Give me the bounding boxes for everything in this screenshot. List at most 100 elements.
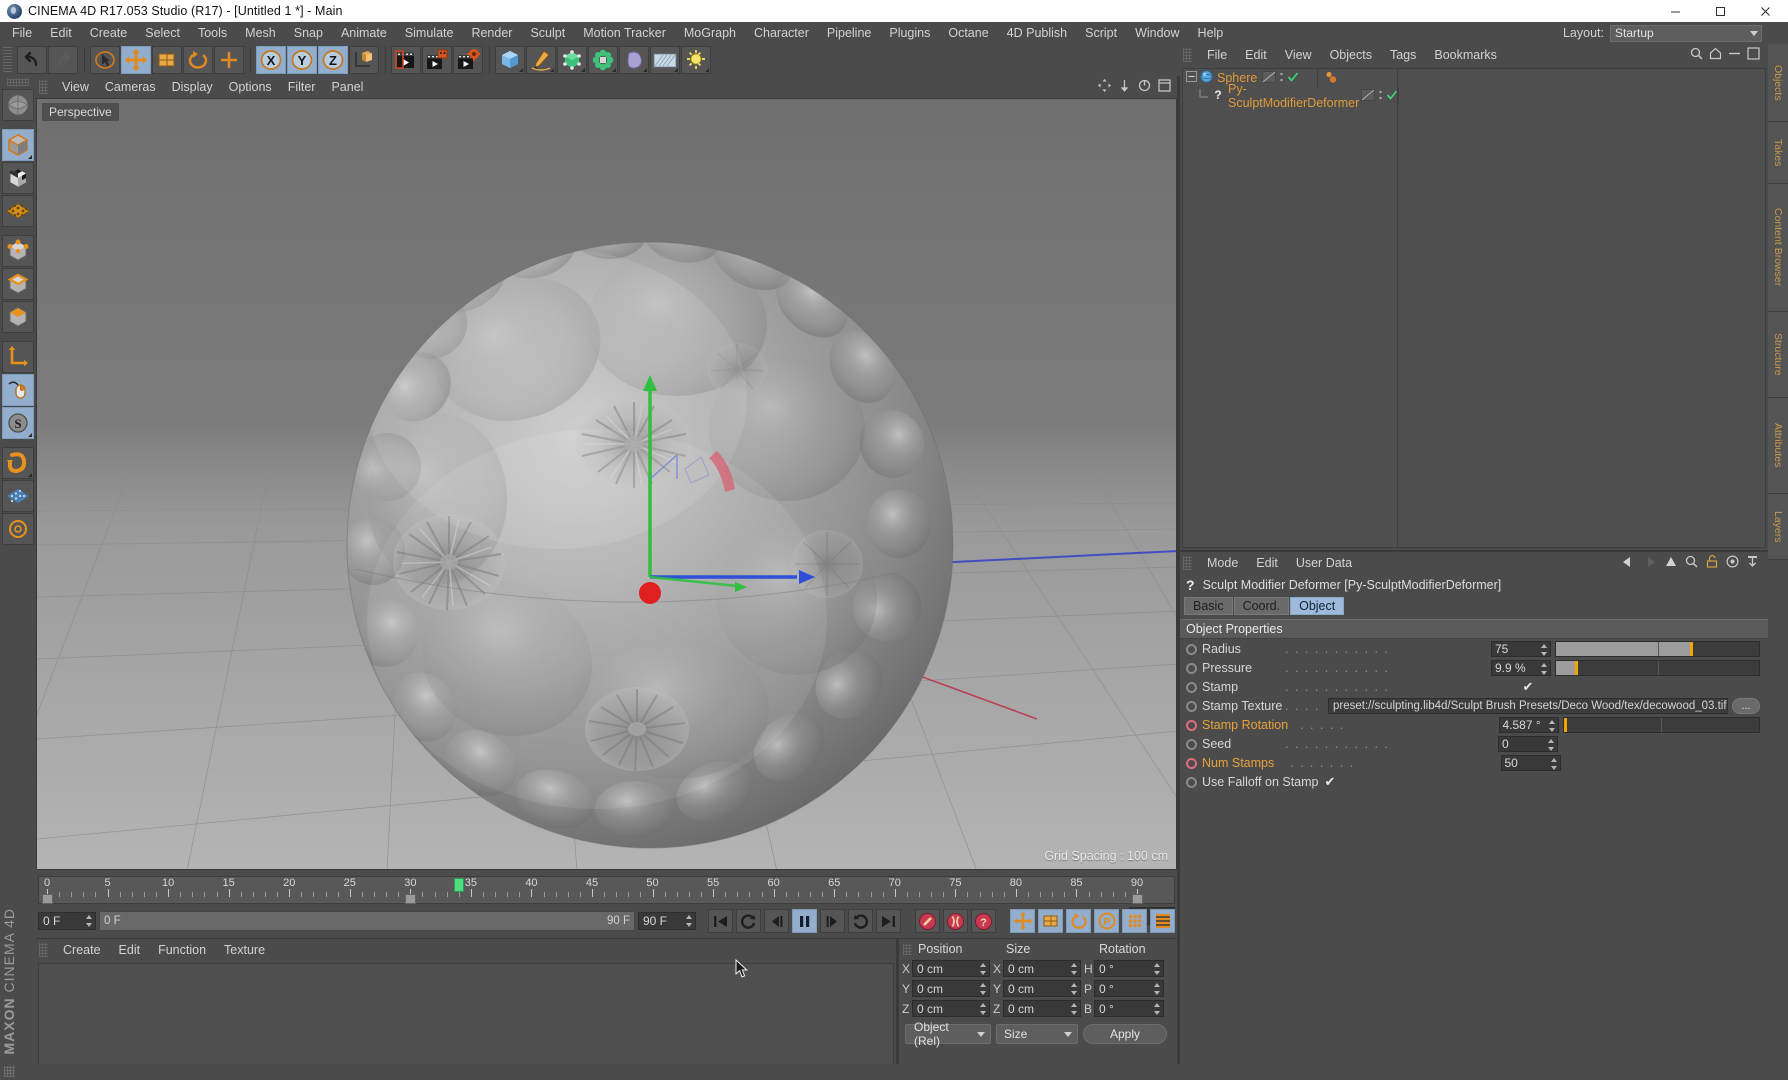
object-menu-objects[interactable]: Objects xyxy=(1321,44,1381,66)
object-mode-icon[interactable] xyxy=(2,162,34,194)
spinner-icon[interactable] xyxy=(1153,962,1161,976)
material-menu-texture[interactable]: Texture xyxy=(215,939,274,961)
axis-modify-icon[interactable] xyxy=(2,341,34,373)
menu-help[interactable]: Help xyxy=(1189,22,1233,44)
scale-key-icon[interactable] xyxy=(1038,909,1063,933)
attribute-menu-mode[interactable]: Mode xyxy=(1198,552,1247,574)
object-manager-drag-handle[interactable] xyxy=(1183,48,1192,62)
menu-mesh[interactable]: Mesh xyxy=(236,22,285,44)
rail-tab-takes[interactable]: Takes xyxy=(1768,122,1788,184)
menu-character[interactable]: Character xyxy=(745,22,818,44)
menu-motion-tracker[interactable]: Motion Tracker xyxy=(574,22,675,44)
scale-icon[interactable] xyxy=(152,46,182,74)
target-icon[interactable] xyxy=(1726,555,1739,571)
keyframe-selection-icon[interactable]: ? xyxy=(971,909,996,933)
viewport-drag-handle[interactable] xyxy=(39,80,48,94)
goto-end-icon[interactable] xyxy=(876,909,901,933)
object-menu-edit[interactable]: Edit xyxy=(1236,44,1276,66)
timeline-playhead[interactable] xyxy=(453,878,464,892)
use-falloff-checkbox[interactable]: ✔ xyxy=(1324,774,1337,789)
expand-icon[interactable] xyxy=(1747,47,1760,63)
radius-slider[interactable] xyxy=(1555,641,1760,657)
object-menu-view[interactable]: View xyxy=(1276,44,1321,66)
menu-mograph[interactable]: MoGraph xyxy=(675,22,745,44)
coordinate-mode-dropdown[interactable]: Object (Rel) xyxy=(905,1020,991,1048)
autokey-icon[interactable] xyxy=(943,909,968,933)
rail-tab-content-browser[interactable]: Content Browser xyxy=(1768,184,1788,312)
menu-plugins[interactable]: Plugins xyxy=(880,22,939,44)
stamp-animate-dot-icon[interactable] xyxy=(1186,681,1197,693)
seed-field[interactable]: 0 xyxy=(1498,736,1558,752)
step-forward-icon[interactable] xyxy=(820,909,845,933)
viewport-menu-filter[interactable]: Filter xyxy=(280,76,324,98)
viewport-menu-options[interactable]: Options xyxy=(221,76,280,98)
spinner-icon[interactable] xyxy=(1153,982,1161,996)
menu-edit[interactable]: Edit xyxy=(41,22,81,44)
pla-key-icon[interactable] xyxy=(1122,909,1147,933)
redo-icon[interactable] xyxy=(48,46,78,74)
rail-tab-layers[interactable]: Layers xyxy=(1768,494,1788,560)
search-icon[interactable] xyxy=(1690,47,1703,63)
menu-select[interactable]: Select xyxy=(136,22,189,44)
attribute-menu-edit[interactable]: Edit xyxy=(1247,552,1287,574)
spinner-icon[interactable] xyxy=(85,914,93,928)
stamp-rotation-field[interactable]: 4.587 ° xyxy=(1498,717,1559,733)
render-settings-icon[interactable] xyxy=(453,46,483,74)
render-view-icon[interactable] xyxy=(391,46,421,74)
axis-z-icon[interactable]: Z xyxy=(318,46,348,74)
spinner-icon[interactable] xyxy=(1070,962,1078,976)
polygon-mode-icon[interactable] xyxy=(2,301,34,333)
model-mode-icon[interactable] xyxy=(2,129,34,161)
timeline-mode-icon[interactable] xyxy=(1150,909,1175,933)
menu-snap[interactable]: Snap xyxy=(285,22,332,44)
record-icon[interactable] xyxy=(915,909,940,933)
stamp-rotation-animate-dot-icon[interactable] xyxy=(1186,719,1197,731)
vertex-mode-icon[interactable] xyxy=(2,235,34,267)
object-menu-tags[interactable]: Tags xyxy=(1381,44,1425,66)
material-menu-create[interactable]: Create xyxy=(54,939,110,961)
num-stamps-animate-dot-icon[interactable] xyxy=(1186,757,1197,769)
spinner-icon[interactable] xyxy=(1153,1002,1161,1016)
end-frame-field[interactable]: 90 F xyxy=(638,912,696,930)
rotation-b-field[interactable]: 0 ° xyxy=(1094,1000,1164,1017)
cube-primitive-icon[interactable] xyxy=(495,46,525,74)
expand-collapse-icon[interactable] xyxy=(1186,71,1197,85)
size-z-field[interactable]: 0 cm xyxy=(1003,1000,1081,1017)
spinner-icon[interactable] xyxy=(1547,738,1555,752)
timeline-key-marker[interactable] xyxy=(1132,894,1143,904)
home-icon[interactable] xyxy=(1709,47,1722,63)
rotate-view-icon[interactable] xyxy=(1138,79,1151,95)
menu-create[interactable]: Create xyxy=(81,22,137,44)
rail-tab-structure[interactable]: Structure xyxy=(1768,312,1788,398)
live-selection-icon[interactable] xyxy=(90,46,120,74)
spinner-icon[interactable] xyxy=(979,982,987,996)
tab-coord[interactable]: Coord. xyxy=(1233,597,1290,615)
preview-range-slider[interactable]: 0 F 90 F xyxy=(99,911,635,931)
seed-animate-dot-icon[interactable] xyxy=(1186,738,1197,750)
maximize-view-icon[interactable] xyxy=(1158,79,1171,95)
layout-dropdown[interactable]: Startup xyxy=(1610,24,1762,42)
edge-mode-icon[interactable] xyxy=(2,268,34,300)
stamp-texture-animate-dot-icon[interactable] xyxy=(1186,700,1197,712)
material-list-area[interactable] xyxy=(38,963,894,1078)
camera-icon[interactable] xyxy=(650,46,680,74)
object-tree[interactable]: Sphere ? Py-SculptModifierDeformer xyxy=(1183,69,1400,547)
spinner-icon[interactable] xyxy=(1548,719,1556,733)
workplane-icon[interactable] xyxy=(2,447,34,479)
play-forward-icon[interactable] xyxy=(848,909,873,933)
rotation-key-icon[interactable] xyxy=(1066,909,1091,933)
spinner-icon[interactable] xyxy=(1540,662,1548,676)
position-key-icon[interactable] xyxy=(1010,909,1035,933)
lock-icon[interactable] xyxy=(1706,555,1718,571)
enabled-check-icon[interactable] xyxy=(1386,89,1398,104)
goto-start-icon[interactable] xyxy=(708,909,733,933)
material-manager-drag-handle[interactable] xyxy=(39,943,48,957)
menu-sculpt[interactable]: Sculpt xyxy=(521,22,574,44)
forward-arrow-icon[interactable] xyxy=(1643,556,1657,571)
object-row-sculptmodifierdeformer[interactable]: ? Py-SculptModifierDeformer xyxy=(1183,82,1359,110)
collapse-icon[interactable] xyxy=(1728,47,1741,63)
size-x-field[interactable]: 0 cm xyxy=(1003,960,1081,977)
radius-field[interactable]: 75 xyxy=(1491,641,1551,657)
menu-pipeline[interactable]: Pipeline xyxy=(818,22,880,44)
menu-octane[interactable]: Octane xyxy=(939,22,997,44)
